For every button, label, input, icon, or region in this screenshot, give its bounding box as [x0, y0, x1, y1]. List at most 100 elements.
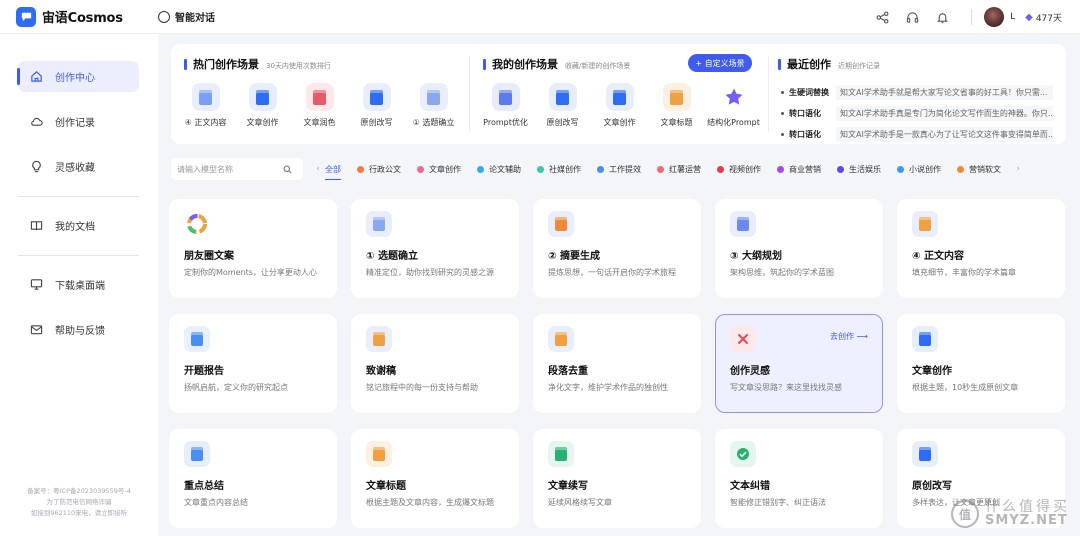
share-icon[interactable]	[869, 4, 895, 30]
category-tab[interactable]: 社媒创作	[537, 158, 581, 180]
sidebar-item-label: 灵感收藏	[55, 163, 95, 174]
category-tab[interactable]: 文章创作	[417, 158, 461, 180]
category-tab[interactable]: 行政公文	[357, 158, 401, 180]
mail-icon	[29, 323, 43, 337]
category-tab[interactable]: 论文辅助	[477, 158, 521, 180]
chevron-right-icon[interactable]: ›	[1011, 164, 1025, 174]
thanks-icon	[366, 326, 392, 352]
category-tab[interactable]: 营销软文	[957, 158, 1001, 180]
sidebar-item-creation-record[interactable]: 创作记录	[18, 106, 139, 137]
sidebar-item-inspiration-favorites[interactable]: 灵感收藏	[18, 151, 139, 182]
scene-card[interactable]: 文章标题 根据主题及文章内容，生成爆文标题	[351, 429, 519, 528]
scene-card[interactable]: 开题报告 扬帆启航，定义你的研究起点	[169, 314, 337, 413]
scene-item[interactable]: 文章创作	[234, 83, 291, 128]
scene-card[interactable]: 致谢稿 铭记旅程中的每一份支持与帮助	[351, 314, 519, 413]
bell-icon[interactable]	[929, 4, 955, 30]
scene-label: 结构化Prompt	[707, 118, 760, 127]
scene-card[interactable]: ③ 大纲规划 架构思维，筑起你的学术蓝图	[715, 199, 883, 298]
sidebar-item-creation-center[interactable]: 创作中心	[17, 61, 139, 92]
headset-icon[interactable]	[899, 4, 925, 30]
doc-list-icon	[912, 211, 938, 237]
cloud-icon	[29, 115, 43, 129]
scene-card[interactable]: 重点总结 文章重点内容总结	[169, 429, 337, 528]
scene-label: Prompt优化	[483, 118, 528, 127]
search-icon[interactable]	[283, 165, 292, 174]
watermark: 值 什么值得买 SMYZ.NET	[951, 500, 1070, 528]
scene-item[interactable]: ④ 正文内容	[177, 83, 234, 128]
title-bar	[184, 58, 187, 70]
category-label: 论文辅助	[489, 164, 521, 174]
card-description: 延续风格续写文章	[548, 498, 612, 507]
scene-card[interactable]: 段落去重 净化文字，维护学术作品的独创性	[533, 314, 701, 413]
scene-item[interactable]: ① 选题确立	[405, 83, 462, 128]
sidebar-item-label: 创作记录	[55, 118, 95, 129]
scene-item[interactable]: 原创改写	[534, 83, 591, 128]
sidebar-item-label: 下载桌面端	[55, 281, 105, 292]
page-title-label: 智能对话	[175, 13, 215, 24]
vip-badge[interactable]: ◆ 477天	[1025, 11, 1062, 24]
category-tab[interactable]: 小说创作	[897, 158, 941, 180]
card-description: 根据主题，10秒生成原创文章	[912, 383, 1019, 392]
category-label: 小说创作	[909, 164, 941, 174]
category-tab[interactable]: 商业营销	[777, 158, 821, 180]
go-create-link[interactable]: 去创作 ⟶	[830, 331, 868, 342]
scene-item[interactable]: 原创改写	[348, 83, 405, 128]
sidebar-divider	[18, 255, 139, 256]
chevron-left-icon[interactable]: ‹	[311, 164, 325, 174]
hot-scenes-title: 热门创作场景	[193, 58, 259, 71]
sidebar-item-download-desktop[interactable]: 下载桌面端	[18, 269, 139, 300]
inspire-icon	[730, 326, 756, 352]
custom-scene-button[interactable]: + 自定义场景	[688, 54, 752, 72]
scene-card[interactable]: ④ 正文内容 填充细节，丰富你的学术篇章	[897, 199, 1065, 298]
category-tab[interactable]: 视频创作	[717, 158, 761, 180]
category-label: 红薯运营	[669, 164, 701, 174]
logo-icon	[16, 6, 36, 27]
scene-card[interactable]: 文本纠错 智能修正错别字、纠正语法	[715, 429, 883, 528]
rewrite-icon	[548, 83, 577, 111]
scene-card[interactable]: 文章续写 延续风格续写文章	[533, 429, 701, 528]
card-title: ① 选题确立	[366, 251, 418, 262]
scene-card[interactable]: 朋友圈文案 定制你的Moments，让分享更动人心	[169, 199, 337, 298]
category-tab[interactable]: 全部	[325, 158, 341, 180]
scene-card[interactable]: ① 选题确立 精准定位，助你找到研究的灵感之源	[351, 199, 519, 298]
card-description: 铭记旅程中的每一份支持与帮助	[366, 383, 478, 392]
search-input[interactable]	[177, 164, 283, 174]
scene-item[interactable]: 结构化Prompt	[705, 83, 762, 128]
recent-item[interactable]: 生硬词替换 知文AI学术助手就是帮大家写论文省事的好工具！你只需...	[781, 82, 1053, 103]
category-tab[interactable]: 红薯运营	[657, 158, 701, 180]
logo[interactable]: 宙语Cosmos	[0, 6, 158, 27]
scene-label: 文章创作	[246, 118, 279, 127]
category-dot-icon	[417, 165, 424, 173]
user-name[interactable]: L	[1010, 12, 1015, 22]
icp-line[interactable]: 备案号：粤ICP备2023039559号-4	[14, 486, 144, 497]
avatar[interactable]	[984, 7, 1005, 27]
category-tab[interactable]: 工作提效	[597, 158, 641, 180]
scene-item[interactable]: Prompt优化	[477, 83, 534, 128]
red-book-icon	[305, 83, 334, 111]
hot-scenes-list: ④ 正文内容 文章创作 文章润色 原创改写 ① 选题确立	[177, 83, 462, 128]
recent-item[interactable]: 转口语化 知文AI学术助手真是专门为简化论文写作而生的神器。你只...	[781, 103, 1053, 124]
sidebar-divider	[18, 196, 139, 197]
card-description: 提炼思想，一句话开启你的学术旅程	[548, 268, 676, 277]
scene-item[interactable]: 文章润色	[291, 83, 348, 128]
bullet	[781, 112, 784, 115]
scene-label: ① 选题确立	[412, 118, 455, 127]
card-description: 智能修正错别字、纠正语法	[730, 498, 826, 507]
category-tab[interactable]: 生活娱乐	[837, 158, 881, 180]
sidebar-item-help-feedback[interactable]: 帮助与反馈	[18, 314, 139, 345]
category-label: 全部	[325, 164, 341, 174]
keypoint-icon	[184, 441, 210, 467]
sidebar-item-my-documents[interactable]: 我的文档	[18, 210, 139, 241]
card-title: 文章标题	[366, 481, 406, 492]
scene-item[interactable]: 文章创作	[591, 83, 648, 128]
recent-item[interactable]: 转口语化 知文AI学术助手是一款真心为了让写论文这件事变得简单而...	[781, 124, 1053, 145]
scene-card[interactable]: 创作灵感 写文章没思路？来这里找找灵感 去创作 ⟶	[715, 314, 883, 413]
category-label: 文章创作	[429, 164, 461, 174]
section-divider	[469, 56, 470, 132]
category-label: 社媒创作	[549, 164, 581, 174]
category-dot-icon	[357, 165, 364, 173]
scene-card[interactable]: ② 摘要生成 提炼思想，一句话开启你的学术旅程	[533, 199, 701, 298]
scene-item[interactable]: 文章标题	[648, 83, 705, 128]
scene-card[interactable]: 文章创作 根据主题，10秒生成原创文章	[897, 314, 1065, 413]
continue-icon	[548, 441, 574, 467]
